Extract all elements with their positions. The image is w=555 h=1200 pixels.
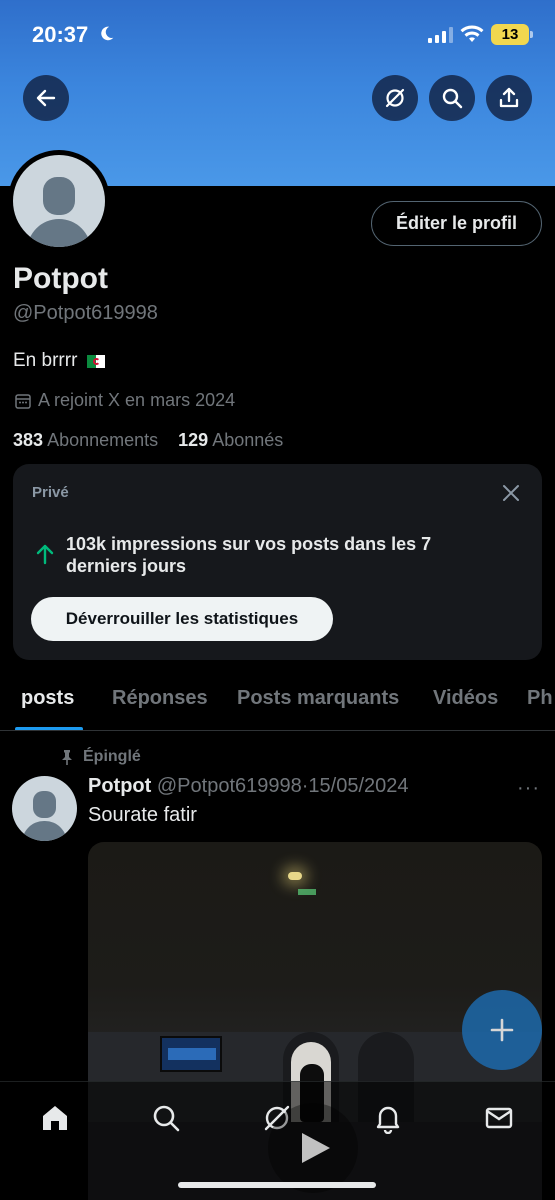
joined-date: A rejoint X en mars 2024 [14,390,235,411]
algeria-flag-icon [87,354,106,368]
joined-text: A rejoint X en mars 2024 [38,390,236,410]
active-tab-indicator [15,727,83,730]
follow-stats: 383 Abonnements 129 Abonnés [13,430,283,451]
post-author-name[interactable]: Potpot [88,775,151,797]
wifi-icon [460,25,484,42]
back-button[interactable] [23,75,69,121]
arrow-up-icon [36,544,54,565]
post-date[interactable]: 15/05/2024 [308,775,408,797]
unlock-stats-button[interactable]: Déverrouiller les statistiques [31,597,333,641]
profile-display-name: Potpot [13,262,108,295]
home-indicator[interactable] [178,1182,376,1188]
status-time: 20:37 [32,22,89,47]
close-icon[interactable] [500,482,522,504]
following-label: Abonnements [47,430,159,450]
profile-handle: @Potpot619998 [13,302,158,324]
tab-replies[interactable]: Réponses [112,687,208,710]
calendar-icon [15,393,31,409]
mail-icon [485,1107,513,1129]
more-options-icon[interactable]: ··· [517,777,540,800]
nav-home[interactable] [39,1102,71,1134]
post-header: Potpot @Potpot619998·15/05/2024 [88,775,409,798]
home-icon [43,1106,67,1130]
nav-search[interactable] [150,1102,182,1134]
profile-tabs: posts Réponses Posts marquants Vidéos Ph [0,670,555,731]
post-author-avatar[interactable] [12,776,77,841]
private-analytics-card: Privé 103k impressions sur vos posts dan… [13,464,542,660]
cellular-signal-icon [428,27,453,43]
tab-photos[interactable]: Ph [527,687,553,710]
pinned-label: Épinglé [83,748,141,765]
play-button[interactable] [268,1103,358,1193]
impressions-text: 103k impressions sur vos posts dans les … [66,534,432,576]
followers-label: Abonnés [212,430,284,450]
share-icon [499,87,519,108]
share-button[interactable] [486,75,532,121]
status-bar: 20:37 13 [0,0,555,70]
private-label: Privé [32,484,69,501]
following-count: 383 [13,430,44,450]
tab-posts[interactable]: posts [21,687,74,710]
video-scene [288,872,302,880]
bio-text: En brrrr [13,350,78,371]
edit-profile-button[interactable]: Éditer le profil [371,201,542,246]
profile-avatar[interactable] [8,150,110,252]
default-avatar-icon [13,155,105,247]
profile-bio: En brrrr [13,350,106,372]
followers-count: 129 [178,430,209,450]
following-link[interactable]: 383 Abonnements [13,430,158,450]
bell-icon [376,1106,400,1135]
tab-highlights[interactable]: Posts marquants [237,687,399,710]
search-icon [442,88,463,109]
nav-messages[interactable] [483,1102,515,1134]
compose-post-button[interactable] [462,990,542,1070]
battery-indicator: 13 [491,24,533,45]
grok-button[interactable] [372,75,418,121]
arrow-left-icon [36,89,56,107]
post-text: Sourate fatir [88,804,197,826]
tab-videos[interactable]: Vidéos [433,687,498,710]
plus-icon [490,1018,514,1042]
nav-notifications[interactable] [372,1102,404,1135]
search-button[interactable] [429,75,475,121]
slash-circle-icon [385,88,405,108]
play-icon [302,1133,330,1163]
pin-icon [62,750,72,765]
followers-link[interactable]: 129 Abonnés [178,430,283,450]
moon-icon [101,26,114,41]
post-author-handle[interactable]: @Potpot619998 [157,775,302,797]
search-icon [153,1105,180,1132]
pinned-indicator: Épinglé [59,748,141,766]
